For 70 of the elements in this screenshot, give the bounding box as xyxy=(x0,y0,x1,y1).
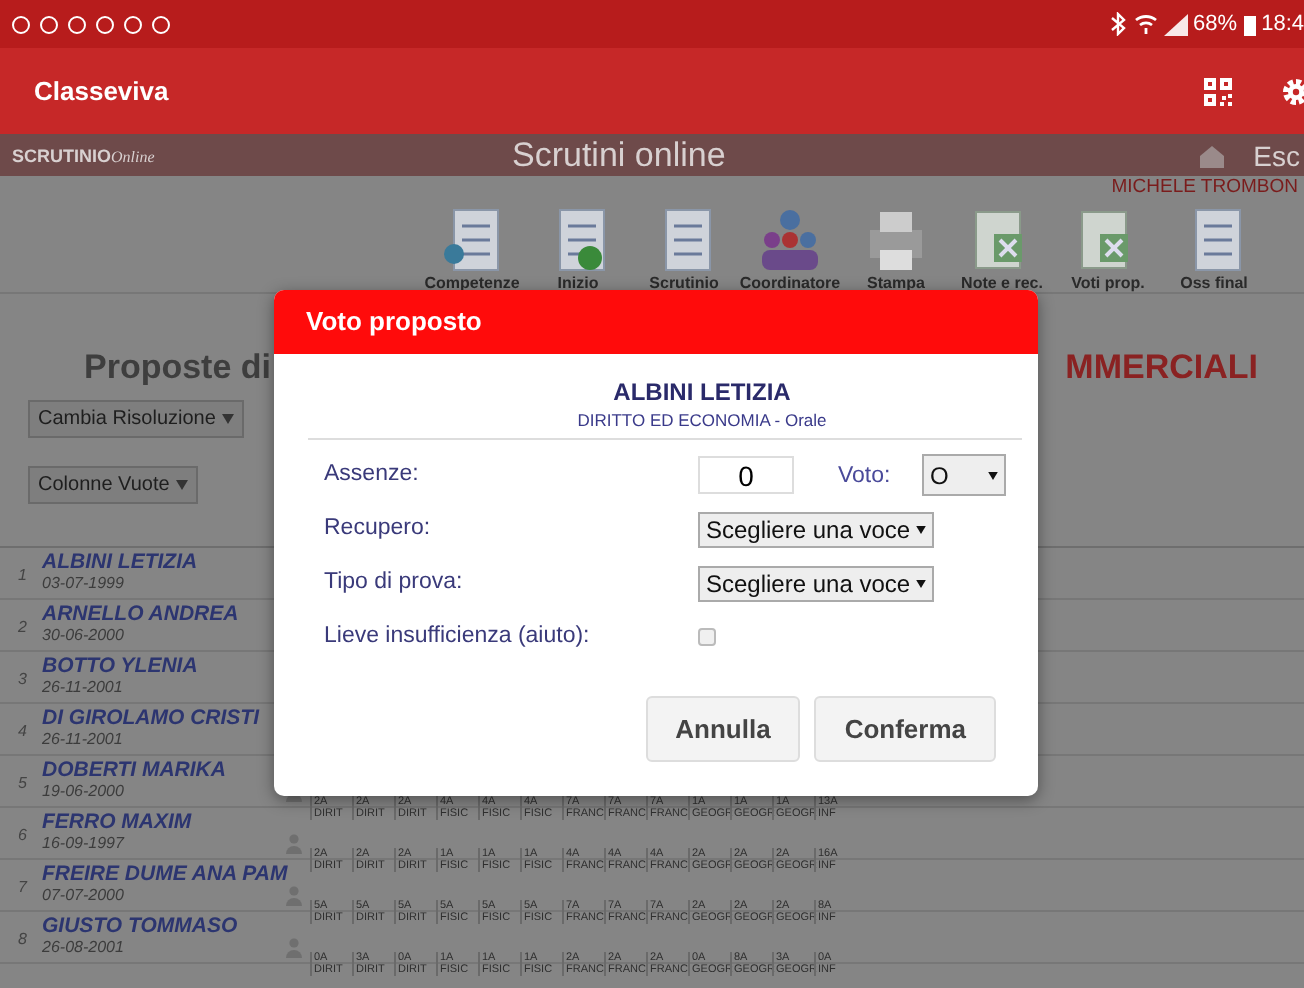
clock: 18:4 xyxy=(1261,12,1304,36)
birth-date: 26-11-2001 xyxy=(42,730,125,748)
caret-icon xyxy=(988,471,998,479)
toolbar-label[interactable]: Oss final xyxy=(1180,274,1248,292)
absences-input[interactable]: 0 xyxy=(698,456,794,494)
field-label: Voto: xyxy=(838,463,893,487)
row-number: 5 xyxy=(16,772,29,792)
settings-icon[interactable] xyxy=(1280,75,1304,107)
battery-icon xyxy=(1243,13,1256,35)
subject-label: DIRITTO ED ECONOMIA - Orale xyxy=(575,410,829,430)
field-label: Assenze: xyxy=(324,460,421,490)
student-name[interactable]: GIUSTO TOMMASO xyxy=(42,914,244,938)
caret-icon xyxy=(221,414,234,424)
row-number: 1 xyxy=(16,564,29,584)
qr-code-icon[interactable] xyxy=(1202,75,1234,107)
app-title: Classeviva xyxy=(34,76,171,106)
caret-icon xyxy=(916,579,927,587)
battery-percent: 68% xyxy=(1193,12,1238,36)
birth-date: 19-06-2000 xyxy=(42,782,126,800)
student-name[interactable]: FREIRE DUME ANA PAM xyxy=(42,862,294,886)
site-title: Scrutini online xyxy=(512,135,728,175)
student-name[interactable]: DI GIROLAMO CRISTI xyxy=(42,706,265,730)
student-name[interactable]: DOBERTI MARIKA xyxy=(42,758,232,782)
birth-date: 16-09-1997 xyxy=(42,834,127,852)
site-logo: SCRUTINIOOnline xyxy=(12,145,157,165)
filter-dropdown[interactable]: Colonne Vuote xyxy=(28,466,198,504)
row-number: 4 xyxy=(16,720,29,740)
birth-date: 03-07-1999 xyxy=(42,574,126,592)
field-label: Tipo di prova: xyxy=(324,568,465,598)
field-label: Lieve insufficienza (aiuto): xyxy=(324,622,592,652)
toolbar-label[interactable]: Stampa xyxy=(867,274,925,292)
bluetooth-icon xyxy=(1109,12,1128,36)
toolbar-label[interactable]: Inizio xyxy=(557,274,599,292)
toolbar-label[interactable]: Scrutinio xyxy=(649,274,719,292)
wifi-icon xyxy=(1133,12,1158,36)
cancel-button[interactable]: Annulla xyxy=(645,696,801,762)
field-label: Recupero: xyxy=(324,514,433,544)
row-number: 3 xyxy=(16,668,29,688)
student-name[interactable]: FERRO MAXIM xyxy=(42,810,198,834)
caret-icon xyxy=(916,525,927,533)
confirm-button[interactable]: Conferma xyxy=(814,696,996,762)
house-icon[interactable] xyxy=(1197,143,1226,167)
birth-date: 26-08-2001 xyxy=(42,938,126,956)
toolbar-label[interactable]: Coordinatore xyxy=(739,274,841,292)
student-name: ALBINI LETIZIA xyxy=(611,378,793,406)
user-name: MICHELE TROMBON xyxy=(1109,176,1300,202)
toolbar-label[interactable]: Voti prop. xyxy=(1071,274,1145,292)
caret-icon xyxy=(175,480,188,490)
checkbox[interactable] xyxy=(698,628,716,646)
row-number: 8 xyxy=(16,928,29,948)
toolbar-label[interactable]: Note e rec. xyxy=(961,274,1043,292)
signal-icon xyxy=(1163,13,1188,35)
page-heading: Proposte di xyxy=(84,348,272,388)
birth-date: 30-06-2000 xyxy=(42,626,126,644)
toolbar-label[interactable]: Competenze xyxy=(424,274,520,292)
recovery-dropdown[interactable]: Scegliere una voce xyxy=(698,511,935,547)
page-heading: MMERCIALI xyxy=(1065,348,1258,388)
student-name[interactable]: ARNELLO ANDREA xyxy=(42,602,245,626)
grade-dropdown[interactable]: O xyxy=(922,454,1006,496)
dialog-title: Voto proposto xyxy=(274,290,1038,354)
student-name[interactable]: BOTTO YLENIA xyxy=(42,654,204,678)
birth-date: 26-11-2001 xyxy=(42,678,125,696)
test-type-dropdown[interactable]: Scegliere una voce xyxy=(698,565,935,601)
row-number: 7 xyxy=(16,876,30,896)
row-number: 2 xyxy=(16,616,29,636)
birth-date: 07-07-2000 xyxy=(42,886,126,904)
logout-link[interactable]: Esc xyxy=(1253,139,1304,171)
student-name[interactable]: ALBINI LETIZIA xyxy=(42,550,204,574)
row-number: 6 xyxy=(16,824,29,844)
filter-dropdown[interactable]: Cambia Risoluzione xyxy=(28,400,244,438)
